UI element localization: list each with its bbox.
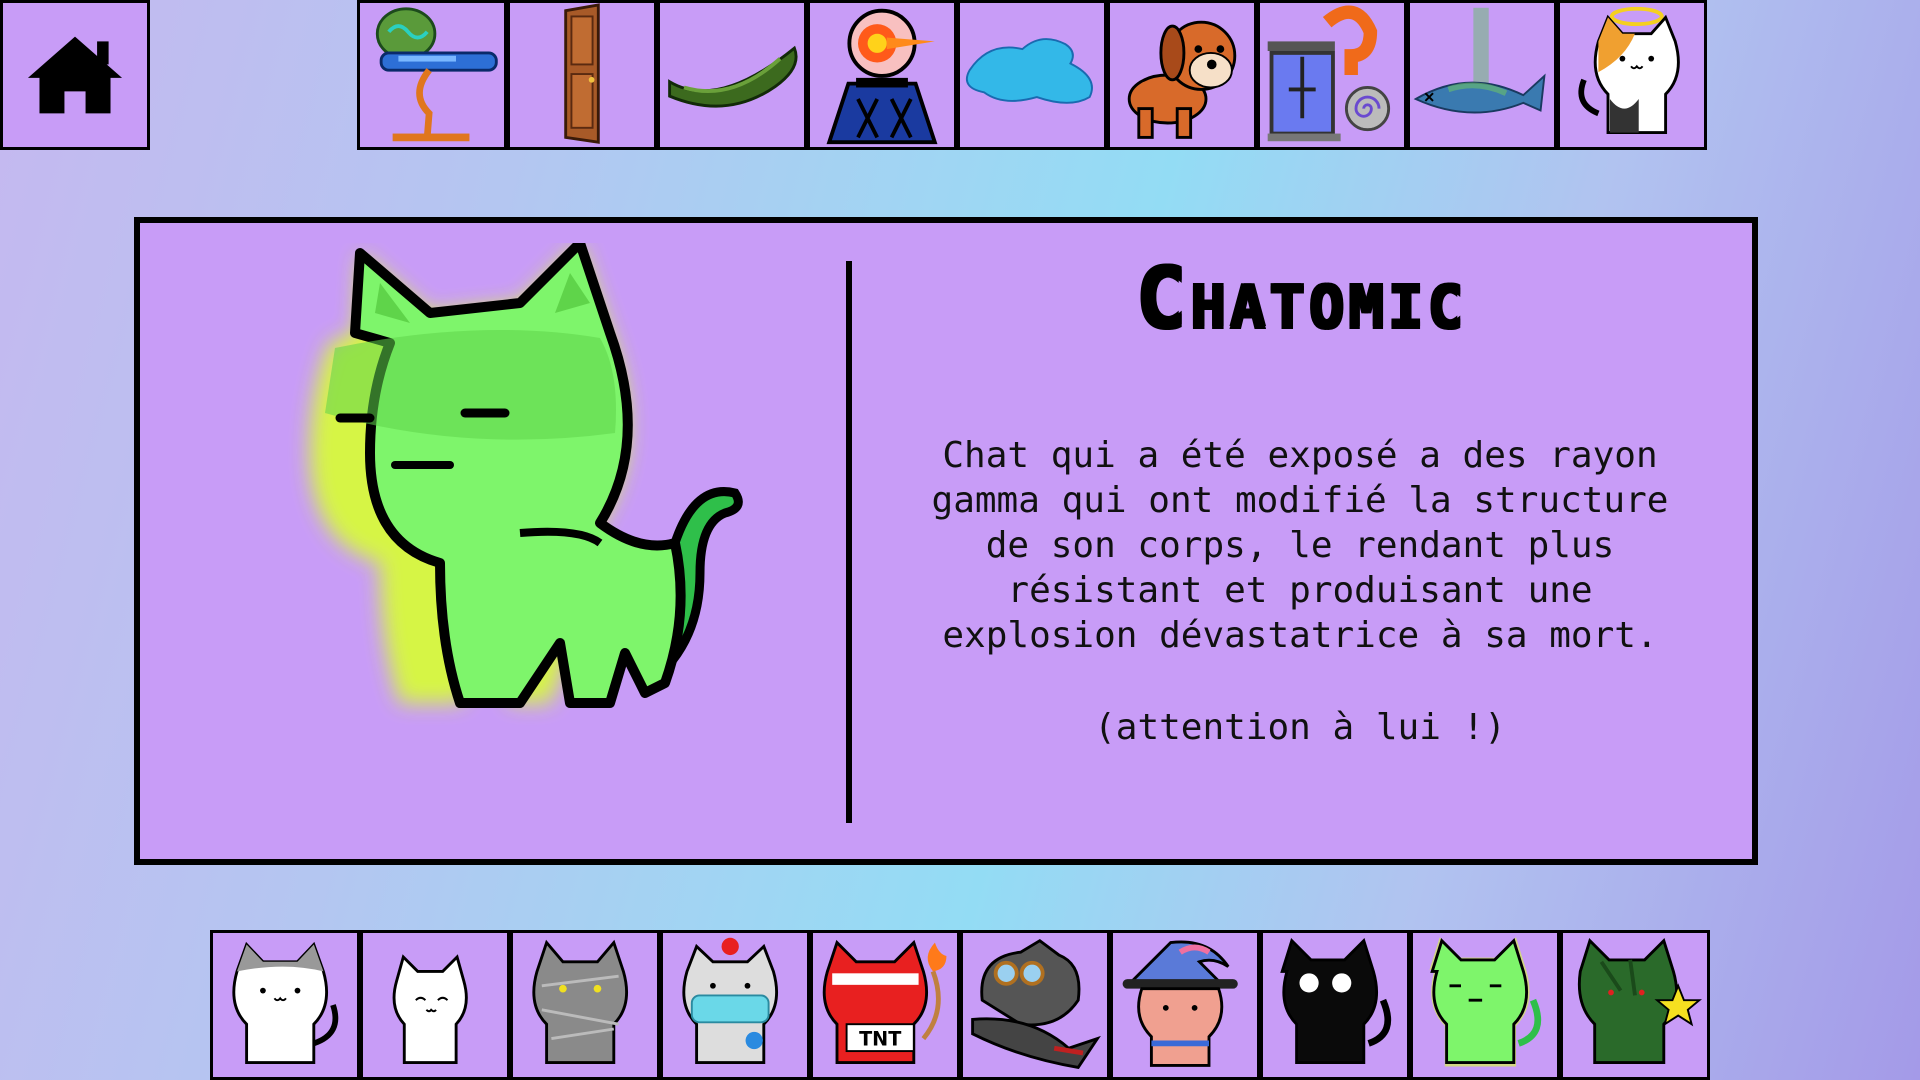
fire-orb-tower-icon [826,8,938,145]
chatomic-cat-item[interactable] [1410,930,1560,1080]
hypno-machine-item[interactable] [1257,0,1407,150]
wizard-cat-item[interactable] [1110,930,1260,1080]
mummy-cat-icon [532,939,628,1065]
zombie-cat-icon [1577,937,1702,1065]
shadow-cat-item[interactable] [1260,930,1410,1080]
cucumber-item[interactable] [657,0,807,150]
fish-item[interactable] [1407,0,1557,150]
grey-white-cat-item[interactable] [210,930,360,1080]
mummy-cat-item[interactable] [510,930,660,1080]
water-puddle-item[interactable] [957,0,1107,150]
tnt-cat-icon: TNT [822,939,947,1065]
water-puddle-icon [965,38,1093,104]
chatomic-portrait [310,243,743,708]
character-warning-note: (attention à lui !) [1094,707,1506,748]
zombie-cat-item[interactable] [1560,930,1710,1080]
medic-cat-icon [682,937,778,1065]
tnt-cat-item[interactable]: TNT [810,930,960,1080]
character-info-panel: Chatomic Chat qui a été exposé a des ray… [134,217,1758,865]
angel-calico-cat-item[interactable] [1557,0,1707,150]
dog-icon [1127,20,1237,139]
dog-item[interactable] [1107,0,1257,150]
white-cat-item[interactable] [360,930,510,1080]
aviator-cat-icon [971,938,1101,1069]
cucumber-icon [668,45,798,108]
fish-icon [1413,7,1546,114]
panel-divider [846,261,852,823]
angel-calico-cat-icon [1578,6,1680,135]
medic-cat-item[interactable] [660,930,810,1080]
grey-white-cat-icon [232,941,339,1065]
home-button[interactable] [0,0,150,150]
white-cat-icon [392,954,468,1065]
wizard-cat-icon [1122,940,1238,1067]
hypno-machine-icon [1267,5,1391,142]
character-description: Chat qui a été exposé a des rayon gamma … [931,435,1669,656]
aviator-cat-item[interactable] [960,930,1110,1080]
shadow-cat-icon [1280,937,1392,1065]
fire-orb-tower-item[interactable] [807,0,957,150]
bottom-cat-bar: TNT [210,930,1710,1080]
wooden-door-icon [564,3,600,144]
tesla-cannon-turret-icon [375,7,498,142]
wooden-door-item[interactable] [507,0,657,150]
tesla-cannon-turret-item[interactable] [357,0,507,150]
chatomic-cat-icon [1429,937,1542,1067]
svg-text:TNT: TNT [859,1027,901,1050]
character-name: Chatomic [1134,248,1466,346]
home-icon [27,36,123,114]
top-item-bar [357,0,1707,150]
